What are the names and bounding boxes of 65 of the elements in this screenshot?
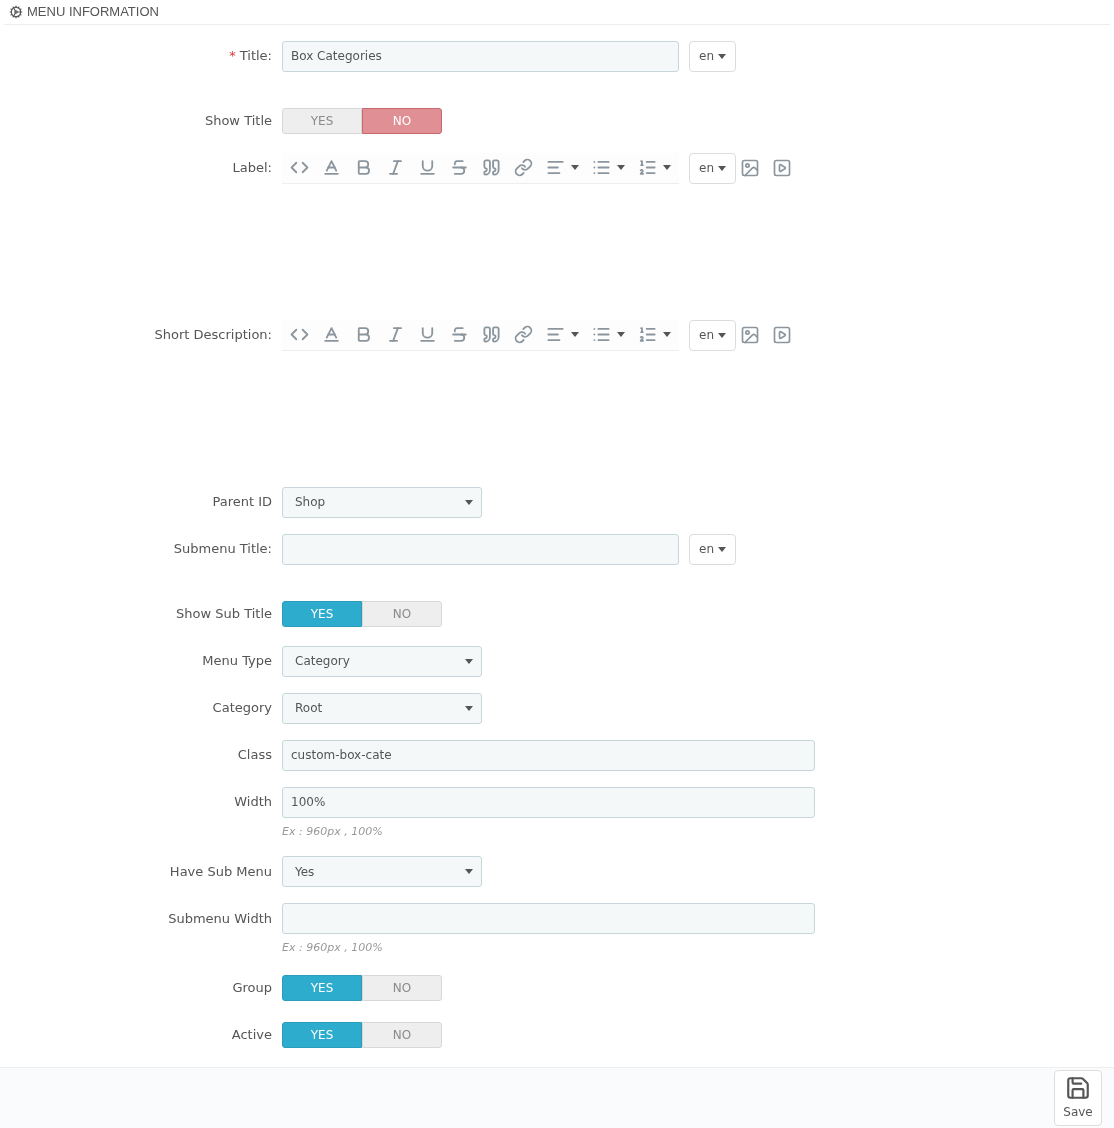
select-dropdown[interactable]: Yes: [282, 856, 482, 888]
text-field[interactable]: 100%: [282, 786, 815, 818]
text-field[interactable]: [282, 903, 815, 935]
language-dropdown[interactable]: en: [689, 319, 736, 351]
language-dropdown[interactable]: en: [689, 40, 736, 72]
link-icon[interactable]: [514, 158, 533, 178]
select-dropdown[interactable]: Shop: [282, 486, 482, 518]
text-field[interactable]: [282, 533, 679, 565]
dropdown-arrow-icon: [465, 869, 473, 875]
field-label: Class: [237, 746, 272, 765]
link-icon[interactable]: [514, 325, 533, 345]
caret-icon: [571, 165, 579, 171]
panel-title: MENU INFORMATION: [27, 3, 159, 22]
field-label: Submenu Width: [168, 909, 272, 928]
video-icon[interactable]: [772, 157, 792, 178]
text-field[interactable]: custom-box-cate: [282, 739, 815, 771]
caret-icon: [663, 332, 671, 338]
image-icon[interactable]: [740, 157, 760, 178]
hint-text: Ex : 960px , 100%: [282, 823, 384, 840]
field-label: Title:: [239, 47, 272, 66]
underline-icon[interactable]: [418, 158, 437, 178]
caret-icon: [663, 165, 671, 171]
text-color-icon[interactable]: [322, 325, 341, 345]
image-icon[interactable]: [740, 324, 760, 345]
field-label: Category: [212, 699, 272, 718]
required-mark: *: [229, 47, 236, 66]
dropdown-arrow-icon: [465, 499, 473, 505]
language-dropdown[interactable]: en: [689, 533, 736, 565]
field-label: Have Sub Menu: [169, 862, 272, 881]
field-label: Group: [232, 979, 272, 998]
field-label: Width: [234, 793, 272, 812]
caret-icon: [718, 332, 726, 338]
text-color-icon[interactable]: [322, 158, 341, 178]
video-icon[interactable]: [772, 324, 792, 345]
field-label: Parent ID: [212, 493, 272, 512]
save-button[interactable]: Save: [1054, 1069, 1102, 1126]
field-label: Show Sub Title: [176, 605, 272, 624]
dropdown-arrow-icon: [465, 705, 473, 711]
select-dropdown[interactable]: Category: [282, 645, 482, 677]
caret-icon: [718, 53, 726, 59]
quote-icon[interactable]: [482, 158, 501, 178]
italic-icon[interactable]: [386, 158, 405, 178]
dropdown-arrow-icon: [465, 658, 473, 664]
quote-icon[interactable]: [482, 325, 501, 345]
caret-icon: [617, 332, 625, 338]
underline-icon[interactable]: [418, 325, 437, 345]
hint-text: Ex : 960px , 100%: [282, 940, 384, 957]
numbered-list-icon[interactable]: [638, 158, 657, 178]
field-label: Show Title: [204, 112, 272, 131]
caret-icon: [718, 546, 726, 552]
select-dropdown[interactable]: Root: [282, 692, 482, 724]
strikethrough-icon[interactable]: [450, 158, 469, 178]
text-field[interactable]: Box Categories: [282, 40, 679, 72]
caret-icon: [617, 165, 625, 171]
field-label: Active: [231, 1026, 272, 1045]
field-label: Label:: [232, 159, 272, 178]
strikethrough-icon[interactable]: [450, 325, 469, 345]
field-label: Submenu Title:: [173, 540, 272, 559]
caret-icon: [571, 332, 579, 338]
language-dropdown[interactable]: en: [689, 152, 736, 184]
field-label: Menu Type: [202, 652, 272, 671]
caret-icon: [718, 165, 726, 171]
italic-icon[interactable]: [386, 325, 405, 345]
numbered-list-icon[interactable]: [638, 325, 657, 345]
field-label: Short Description:: [154, 326, 272, 345]
